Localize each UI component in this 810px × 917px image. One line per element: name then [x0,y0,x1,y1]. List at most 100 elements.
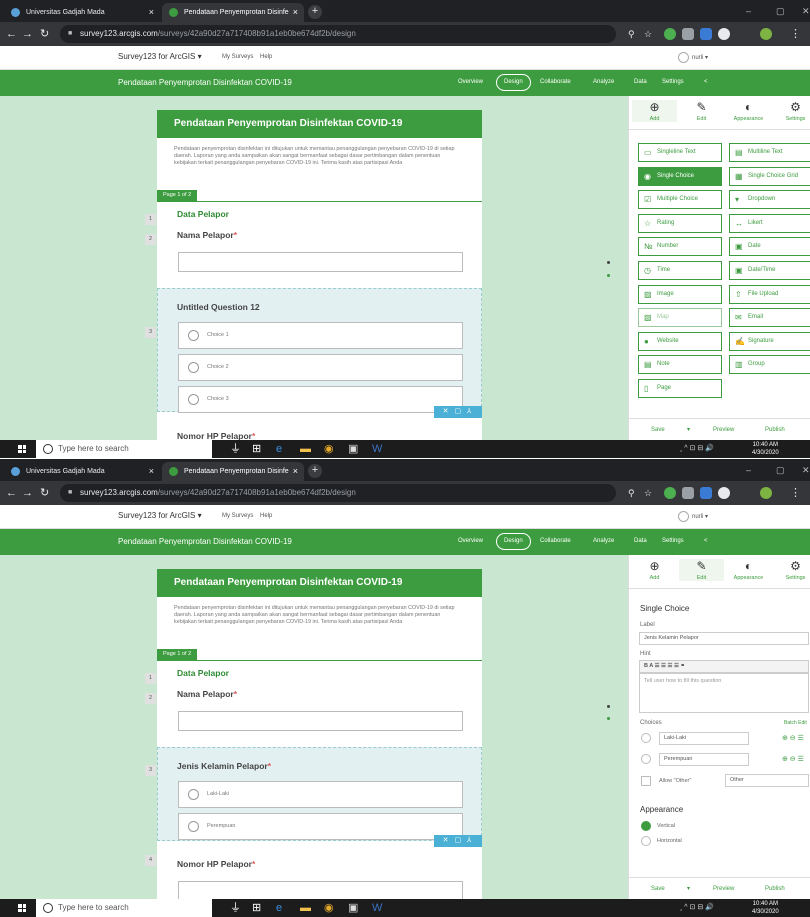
scroll-dot[interactable] [607,274,610,277]
zoom-icon[interactable]: ⚲ [628,26,635,42]
question-type-email[interactable]: ✉ Email [729,308,810,328]
media-player-icon[interactable]: ▣ [348,443,358,455]
share-icon[interactable]: < [704,538,708,544]
bookmark-star-icon[interactable]: ☆ [644,485,652,501]
system-tray[interactable]: ꞈ ^ ⊡ ⊟ 🔊 [680,903,714,911]
browser-tab-survey[interactable]: Pendataan Penyemprotan Disinfe × [162,3,304,22]
tab-close-icon[interactable]: × [293,462,298,481]
profile-avatar-icon[interactable] [760,28,772,40]
selected-question[interactable]: Untitled Question 12 Choice 1 Choice 2 C… [157,288,482,413]
question-title[interactable]: Data Pelapor [177,209,229,219]
choice-option[interactable]: Choice 3 [178,386,463,413]
question-type-date[interactable]: ▣ Date [729,237,810,257]
nav-analyze[interactable]: Analyze [593,538,614,544]
question-title[interactable]: Data Pelapor [177,668,229,678]
question-type-note[interactable]: ▤ Note [638,355,722,375]
tab-edit[interactable]: ✎ Edit [679,559,724,581]
form-description[interactable]: Pendataan penyemprotan disinfektan ini d… [174,605,464,626]
question-title[interactable]: Untitled Question 12 [177,302,260,312]
hint-textarea[interactable]: Tell user how to fill this question [639,673,809,713]
extension-icon[interactable] [682,28,694,40]
question-type-likert[interactable]: ↔ Likert [729,213,810,233]
question-type-single-choice[interactable]: ◉ Single Choice [638,166,722,186]
question-title[interactable]: Nomor HP Pelapor* [177,431,255,440]
nav-analyze[interactable]: Analyze [593,79,614,85]
tab-appearance[interactable]: ◐ Appearance [726,100,771,122]
maximize-icon[interactable]: ▢ [776,0,785,22]
extension-icon[interactable] [718,28,730,40]
question-type-map[interactable]: ▧ Map [638,308,722,328]
forward-arrow-icon[interactable]: → [22,485,33,501]
choice-option[interactable]: Choice 2 [178,354,463,381]
clock[interactable]: 10:40 AM 4/30/2020 [752,900,779,916]
taskbar-search-input[interactable]: Type here to search [36,440,212,458]
task-view-icon[interactable]: ⊞ [252,902,261,914]
question-type-multiline-text[interactable]: ▤ Multiline Text [729,143,810,162]
url-omnibox[interactable]: ■ survey123.arcgis.com/surveys/42a90d27a… [60,25,616,43]
question-type-multiple-choice[interactable]: ☑ Multiple Choice [638,190,722,210]
extension-icon[interactable] [700,28,712,40]
question-toolbar[interactable]: ✕ ▢ ⅄ [434,835,482,847]
name-input[interactable] [178,711,463,731]
browser-tab-survey[interactable]: Pendataan Penyemprotan Disinfe × [162,462,304,481]
windows-start-icon[interactable] [18,904,26,912]
reload-icon[interactable]: ↻ [40,26,49,42]
tab-close-icon[interactable]: × [149,3,154,22]
tab-appearance[interactable]: ◐ Appearance [726,559,771,581]
microphone-icon[interactable]: ⏚ [230,443,241,455]
reload-icon[interactable]: ↻ [40,485,49,501]
nav-overview[interactable]: Overview [458,79,483,85]
tab-close-icon[interactable]: × [149,462,154,481]
question-title[interactable]: Nama Pelapor* [177,230,237,240]
form-header[interactable]: Pendataan Penyemprotan Disinfektan COVID… [157,569,482,597]
tab-add[interactable]: ⊕ Add [632,559,677,581]
minimize-icon[interactable]: – [746,0,751,22]
chrome-icon[interactable]: ◉ [324,902,334,914]
user-menu[interactable]: nurli ▾ [678,511,708,522]
choice-row-controls[interactable]: ⊕ ⊖ ☰ [782,734,804,742]
browser-tab-ugm[interactable]: Universitas Gadjah Mada × [4,462,160,481]
back-arrow-icon[interactable]: ← [6,485,17,501]
nav-design[interactable]: Design [496,533,531,550]
publish-button[interactable]: Publish [765,419,785,441]
taskbar-search-input[interactable]: Type here to search [36,899,212,917]
bookmark-star-icon[interactable]: ☆ [644,26,652,42]
publish-button[interactable]: Publish [765,878,785,900]
extension-icon[interactable] [718,487,730,499]
tab-edit[interactable]: ✎ Edit [679,100,724,122]
choice-option[interactable]: Laki-Laki [178,781,463,808]
choice-option[interactable]: Perempuan [178,813,463,840]
url-omnibox[interactable]: ■ survey123.arcgis.com/surveys/42a90d27a… [60,484,616,502]
word-icon[interactable]: W [372,443,382,455]
extension-icon[interactable] [700,487,712,499]
back-arrow-icon[interactable]: ← [6,26,17,42]
allow-other-checkbox[interactable] [641,776,651,786]
question-title[interactable]: Jenis Kelamin Pelapor* [177,761,271,771]
nav-data[interactable]: Data [634,538,647,544]
nav-data[interactable]: Data [634,79,647,85]
edge-icon[interactable]: e [276,443,282,455]
question-type-singleline-text[interactable]: ▭ Singleline Text [638,143,722,162]
browser-tab-ugm[interactable]: Universitas Gadjah Mada × [4,3,160,22]
chrome-menu-icon[interactable]: ⋮ [790,26,801,42]
task-view-icon[interactable]: ⊞ [252,443,261,455]
tab-close-icon[interactable]: × [293,3,298,22]
question-type-time[interactable]: ◷ Time [638,261,722,280]
my-surveys-link[interactable]: My Surveys [222,513,253,519]
save-dropdown-icon[interactable]: ▾ [687,419,690,441]
question-title[interactable]: Nomor HP Pelapor* [177,859,255,869]
save-button[interactable]: Save [651,878,665,900]
my-surveys-link[interactable]: My Surveys [222,54,253,60]
form-description[interactable]: Pendataan penyemprotan disinfektan ini d… [174,146,464,167]
windows-start-icon[interactable] [18,445,26,453]
question-type-single-choice-grid[interactable]: ▦ Single Choice Grid [729,166,810,186]
question-type-signature[interactable]: ✍ Signature [729,331,810,351]
nav-collaborate[interactable]: Collaborate [540,538,571,544]
edge-icon[interactable]: e [276,902,282,914]
tab-settings[interactable]: ⚙ Settings [773,559,810,581]
question-type-page[interactable]: ▯ Page [638,379,722,398]
horizontal-radio[interactable] [641,836,651,846]
tab-add[interactable]: ⊕ Add [632,100,677,122]
form-header[interactable]: Pendataan Penyemprotan Disinfektan COVID… [157,110,482,138]
extension-icon[interactable] [664,28,676,40]
